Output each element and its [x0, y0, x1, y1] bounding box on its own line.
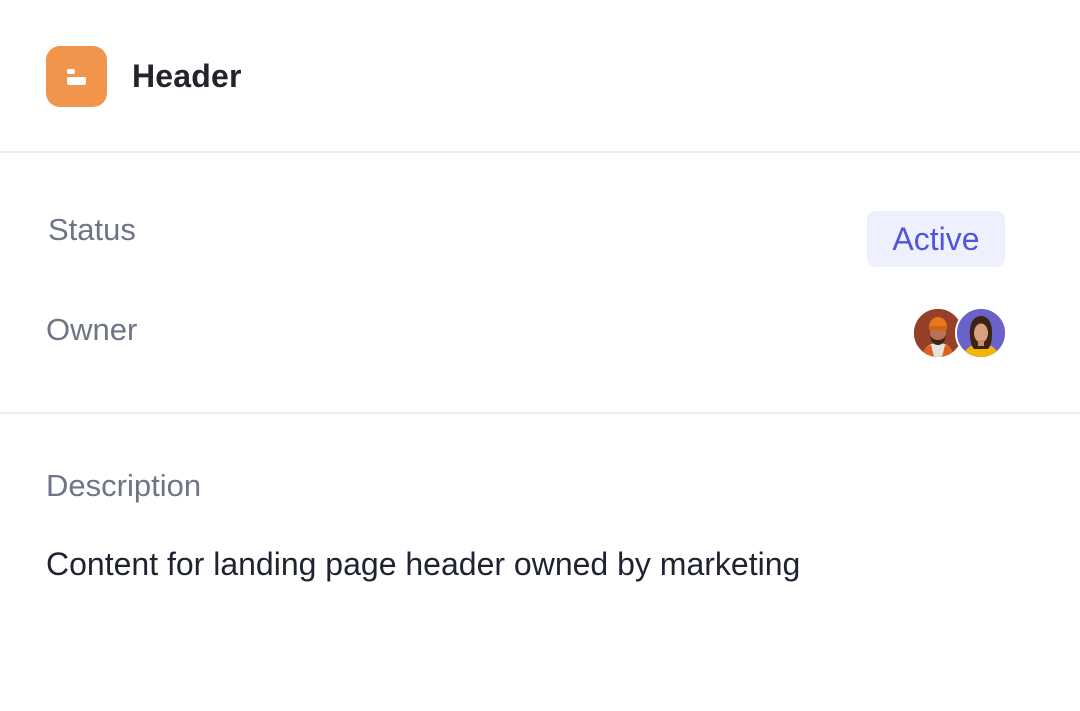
avatar-woman-image: [957, 309, 1005, 357]
status-label: Status: [48, 212, 136, 247]
avatar[interactable]: [955, 307, 1007, 359]
status-badge[interactable]: Active: [867, 211, 1005, 267]
page-title: Header: [132, 58, 242, 94]
owner-avatars[interactable]: [912, 307, 1007, 359]
description-label: Description: [46, 468, 202, 503]
header-layout-icon: [46, 46, 107, 107]
properties-section: Status Active Owner: [0, 153, 1080, 414]
description-text: Content for landing page header owned by…: [46, 546, 801, 582]
description-section: Description Content for landing page hea…: [0, 414, 1080, 711]
owner-label: Owner: [46, 312, 138, 347]
detail-panel: Header Status Active Owner Description C…: [0, 0, 1080, 711]
panel-header: Header: [0, 0, 1080, 153]
